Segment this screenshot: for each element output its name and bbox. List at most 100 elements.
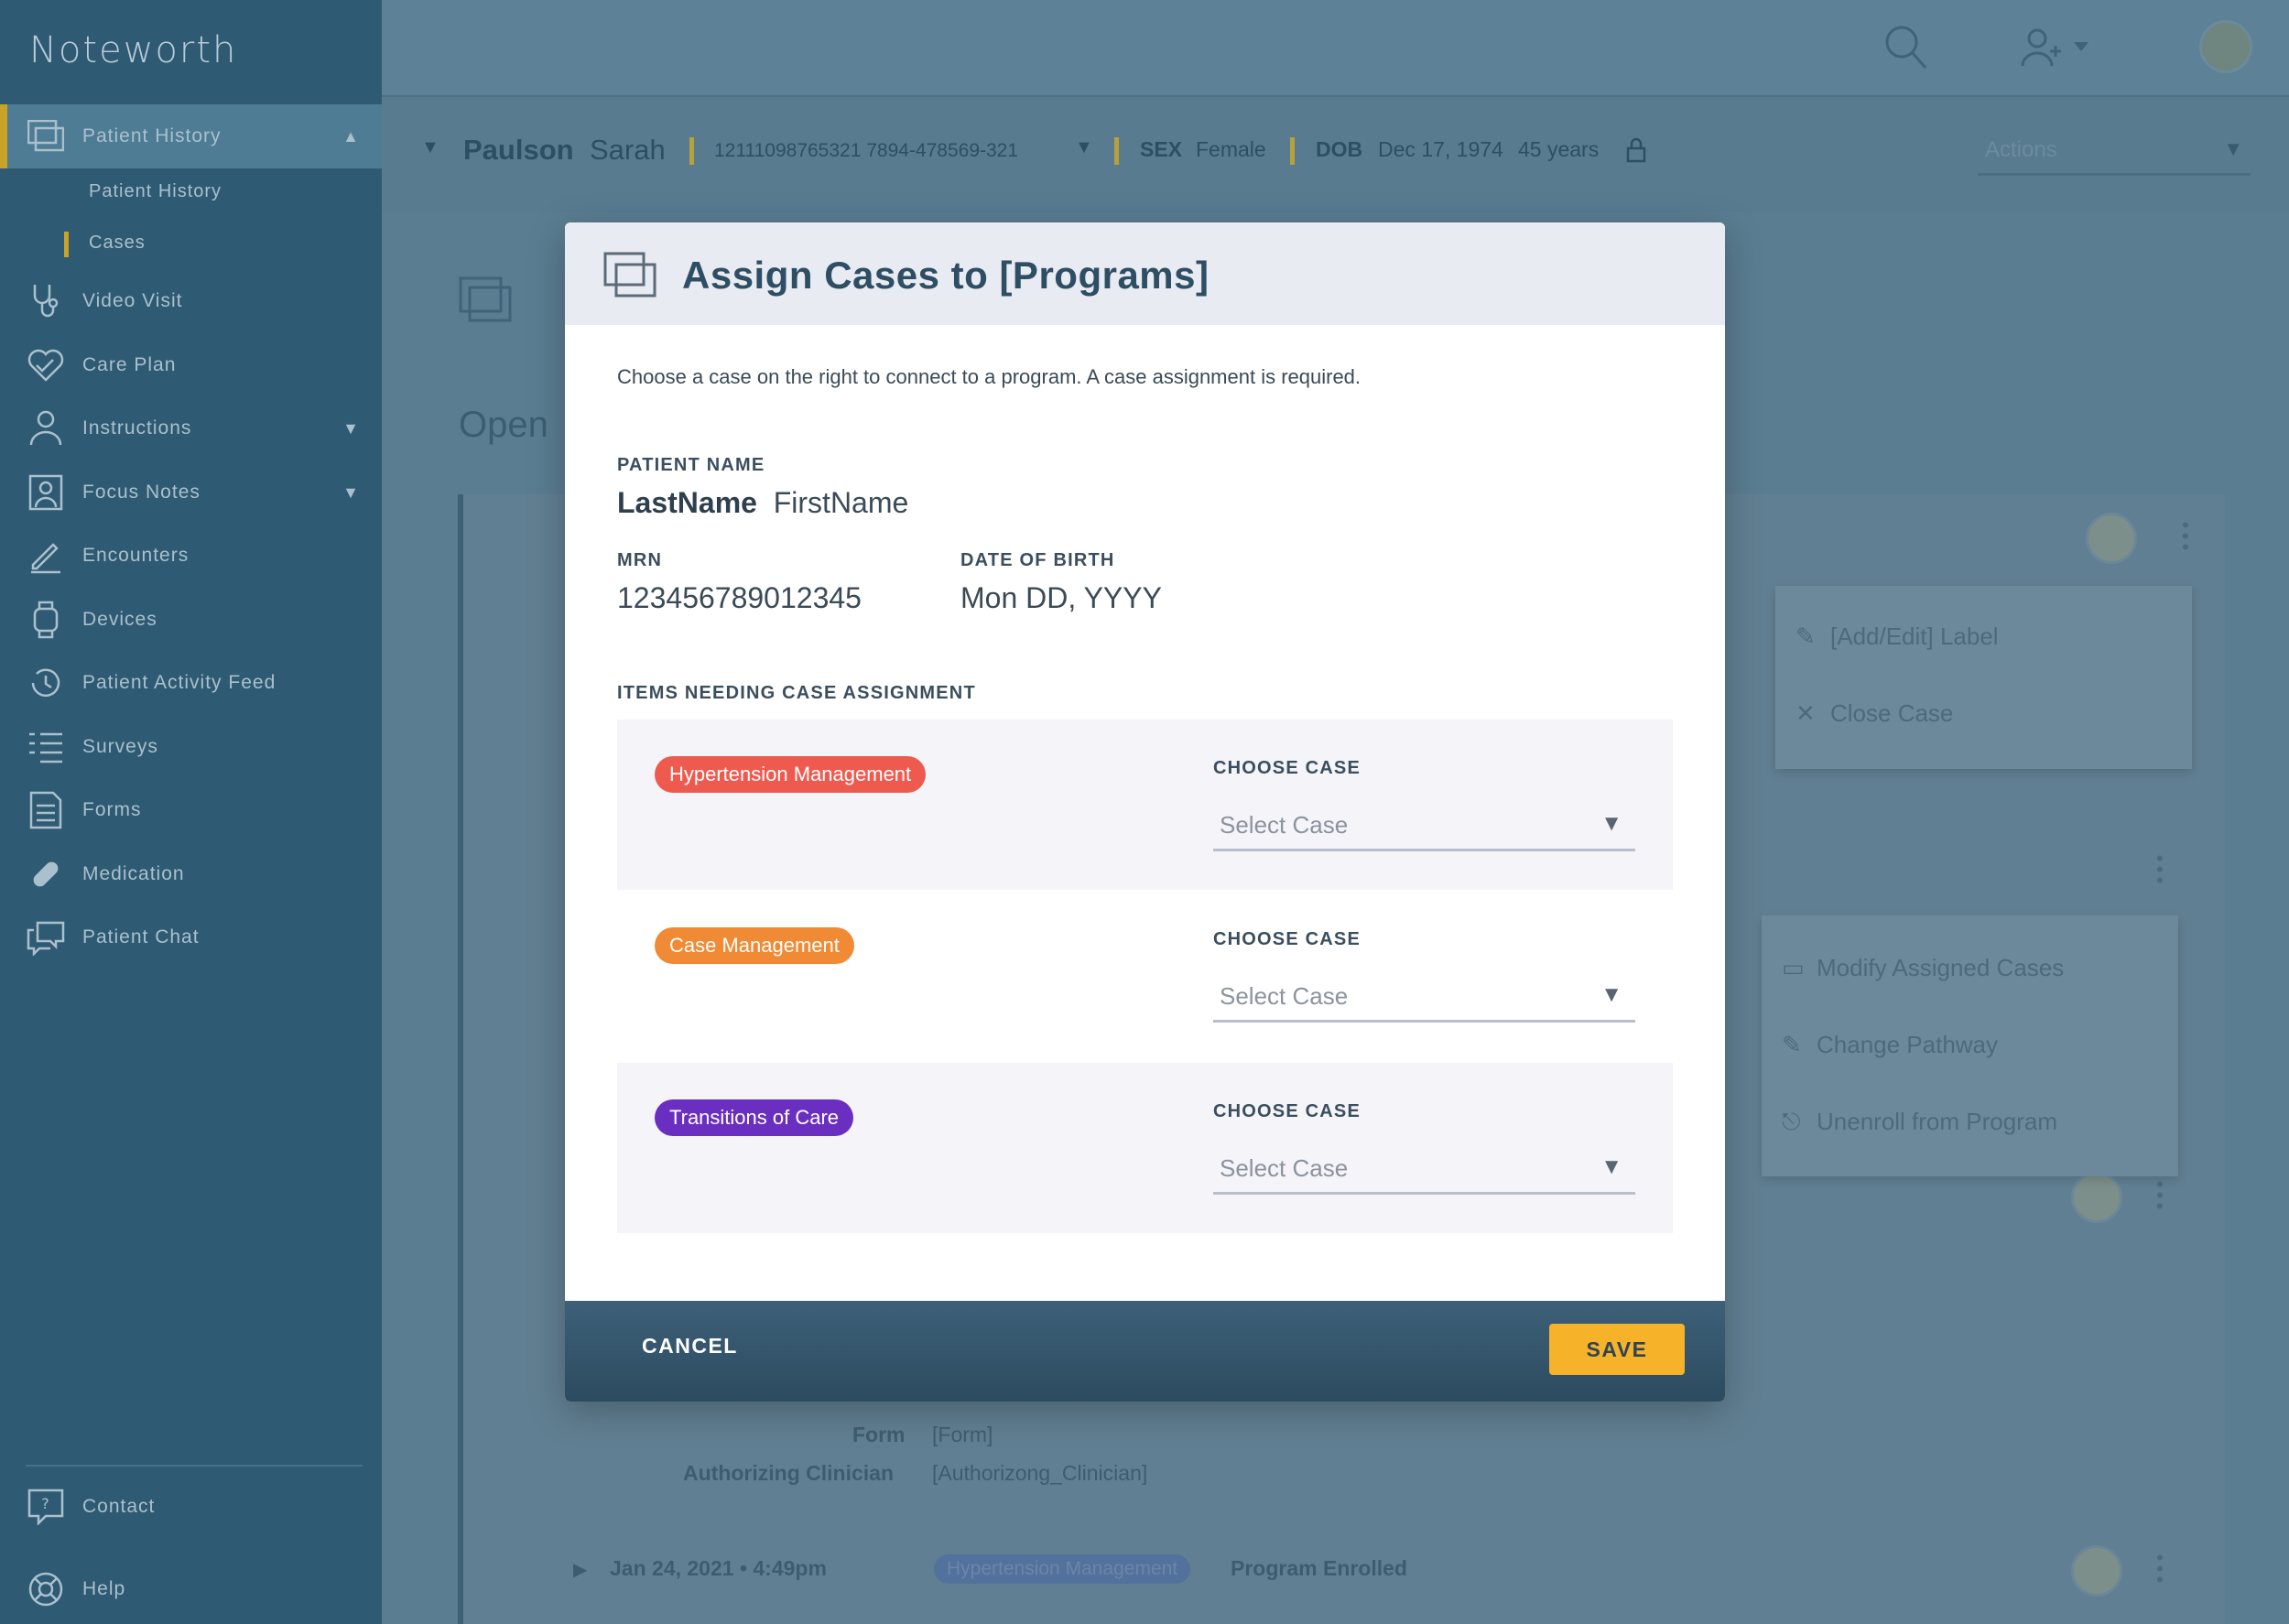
select-case-placeholder: Select Case xyxy=(1220,982,1349,1010)
sidebar-item-devices[interactable]: Devices xyxy=(0,597,382,643)
top-bar xyxy=(382,0,2289,95)
sidebar-item-label: Patient History xyxy=(82,125,222,146)
sidebar-item-label: Instructions xyxy=(82,417,192,438)
clinician-label: Authorizing Clinician xyxy=(683,1461,894,1485)
sidebar-item-medication[interactable]: Medication xyxy=(0,851,382,897)
select-case-dropdown[interactable]: Select Case ▼ xyxy=(1213,798,1635,851)
chevron-down-icon: ▼ xyxy=(2223,137,2243,160)
subitem-indicator xyxy=(64,232,69,257)
select-case-dropdown[interactable]: Select Case ▼ xyxy=(1213,969,1635,1023)
assignment-row: Transitions of Care CHOOSE CASE Select C… xyxy=(617,1063,1673,1233)
sidebar-item-patient-activity-feed[interactable]: Patient Activity Feed xyxy=(0,660,382,706)
menu-item-modify-assigned-cases[interactable]: Modify Assigned Cases xyxy=(1817,954,2064,982)
patient-last-name: Paulson xyxy=(463,134,574,166)
more-options-icon[interactable]: • • • xyxy=(2181,515,2190,558)
sidebar-item-forms[interactable]: Forms xyxy=(0,787,382,833)
sidebar-item-label: Video Visit xyxy=(82,290,183,311)
separator xyxy=(1290,137,1295,165)
sidebar-item-video-visit[interactable]: Video Visit xyxy=(0,278,382,324)
search-icon[interactable] xyxy=(1883,24,1927,74)
sidebar-item-label: Care Plan xyxy=(82,354,177,375)
program-options-menu: ▭ Modify Assigned Cases ✎ Change Pathway… xyxy=(1762,915,2178,1176)
app-logo: Noteworth xyxy=(29,29,238,71)
menu-item-edit-label[interactable]: [Add/Edit] Label xyxy=(1830,623,1999,651)
more-options-icon[interactable]: • • • xyxy=(2155,1548,2164,1590)
actions-dropdown[interactable]: Actions ▼ xyxy=(1978,128,2251,176)
sidebar-item-label: Help xyxy=(82,1578,126,1599)
clinician-value: [Authorizong_Clinician] xyxy=(932,1461,1148,1485)
avatar xyxy=(2086,513,2137,564)
sidebar-item-care-plan[interactable]: Care Plan xyxy=(0,342,382,388)
sidebar-item-label: Medication xyxy=(82,863,185,884)
sidebar-item-contact[interactable]: ? Contact xyxy=(0,1484,382,1530)
question-chat-icon: ? xyxy=(26,1487,66,1527)
patient-first-name: Sarah xyxy=(590,134,666,166)
chevron-right-icon[interactable]: ▶ xyxy=(573,1558,587,1581)
sidebar-item-encounters[interactable]: Encounters xyxy=(0,533,382,579)
form-value: [Form] xyxy=(932,1423,993,1446)
sidebar-item-patient-history[interactable]: Patient History ▲ xyxy=(0,104,382,168)
more-options-icon[interactable]: • • • xyxy=(2155,849,2164,891)
chevron-down-icon[interactable]: ▼ xyxy=(421,137,439,158)
pencil-icon: ✎ xyxy=(1782,1031,1802,1058)
patient-name-label: PATIENT NAME xyxy=(617,455,765,475)
items-needing-assignment-label: ITEMS NEEDING CASE ASSIGNMENT xyxy=(617,683,976,703)
menu-item-close-case[interactable]: Close Case xyxy=(1830,699,1953,728)
choose-case-label: CHOOSE CASE xyxy=(1213,1101,1361,1121)
add-user-icon[interactable] xyxy=(2021,27,2094,72)
sidebar-item-help[interactable]: Help xyxy=(0,1566,382,1612)
chevron-down-icon[interactable]: ▼ xyxy=(342,483,360,503)
dob-label: DATE OF BIRTH xyxy=(960,550,1115,570)
sidebar-item-focus-notes[interactable]: Focus Notes ▼ xyxy=(0,470,382,515)
select-case-dropdown[interactable]: Select Case ▼ xyxy=(1213,1142,1635,1195)
cancel-button[interactable]: CANCEL xyxy=(642,1334,738,1359)
select-case-placeholder: Select Case xyxy=(1220,1154,1349,1182)
sidebar-subitem-patient-history[interactable]: Patient History xyxy=(89,181,222,202)
dob-value: Dec 17, 1974 xyxy=(1378,137,1503,161)
program-tag: Hypertension Management xyxy=(655,756,927,793)
sidebar-item-label: Patient Chat xyxy=(82,926,200,947)
modal-footer: CANCEL SAVE xyxy=(565,1301,1725,1402)
cases-icon: ▭ xyxy=(1782,954,1805,981)
sidebar-item-instructions[interactable]: Instructions ▼ xyxy=(0,406,382,451)
modal-description: Choose a case on the right to connect to… xyxy=(617,365,1361,388)
section-title-open: Open xyxy=(459,405,548,445)
avatar[interactable] xyxy=(2199,20,2252,73)
heart-icon xyxy=(26,345,66,385)
sidebar-subitem-cases[interactable]: Cases xyxy=(89,233,146,254)
separator xyxy=(689,137,694,165)
menu-item-unenroll[interactable]: Unenroll from Program xyxy=(1817,1108,2057,1136)
menu-item-change-pathway[interactable]: Change Pathway xyxy=(1817,1031,1998,1059)
form-icon xyxy=(26,790,66,830)
more-options-icon[interactable]: • • • xyxy=(2155,1175,2164,1217)
sidebar-item-label: Contact xyxy=(82,1496,156,1517)
patient-ids: 12111098765321 7894-478569-321 xyxy=(714,140,1019,161)
sidebar-item-label: Surveys xyxy=(82,736,158,757)
chevron-down-icon[interactable]: ▼ xyxy=(1075,137,1093,158)
select-case-placeholder: Select Case xyxy=(1220,811,1349,839)
history-icon xyxy=(26,663,66,703)
sidebar-item-surveys[interactable]: Surveys xyxy=(0,724,382,770)
save-button[interactable]: SAVE xyxy=(1549,1324,1685,1375)
chevron-down-icon: ▼ xyxy=(1600,811,1622,836)
chevron-down-icon: ▼ xyxy=(1600,1154,1622,1179)
chat-icon xyxy=(26,917,66,958)
chevron-down-icon[interactable]: ▼ xyxy=(342,419,360,438)
modal-header: Assign Cases to [Programs] xyxy=(565,222,1725,325)
pencil-icon: ✎ xyxy=(1795,623,1816,650)
stethoscope-icon xyxy=(26,281,66,321)
cases-icon xyxy=(459,276,514,329)
avatar xyxy=(2071,1172,2122,1223)
sidebar: Noteworth Patient History ▲ Patient Hist… xyxy=(0,0,382,1624)
timeline-date: Jan 24, 2021 • 4:49pm xyxy=(610,1556,827,1580)
patient-last-name: LastName xyxy=(617,486,757,519)
chevron-down-icon: ▼ xyxy=(1600,982,1622,1007)
sidebar-divider xyxy=(26,1465,363,1467)
chevron-up-icon[interactable]: ▲ xyxy=(342,127,360,146)
close-icon: ✕ xyxy=(1795,699,1816,727)
sidebar-item-patient-chat[interactable]: Patient Chat xyxy=(0,915,382,960)
assignment-row: Case Management CHOOSE CASE Select Case … xyxy=(617,891,1673,1061)
unenroll-icon: ⎋ xyxy=(1782,1108,1801,1135)
dob-value: Mon DD, YYYY xyxy=(960,581,1162,614)
program-tag: Case Management xyxy=(655,927,854,964)
